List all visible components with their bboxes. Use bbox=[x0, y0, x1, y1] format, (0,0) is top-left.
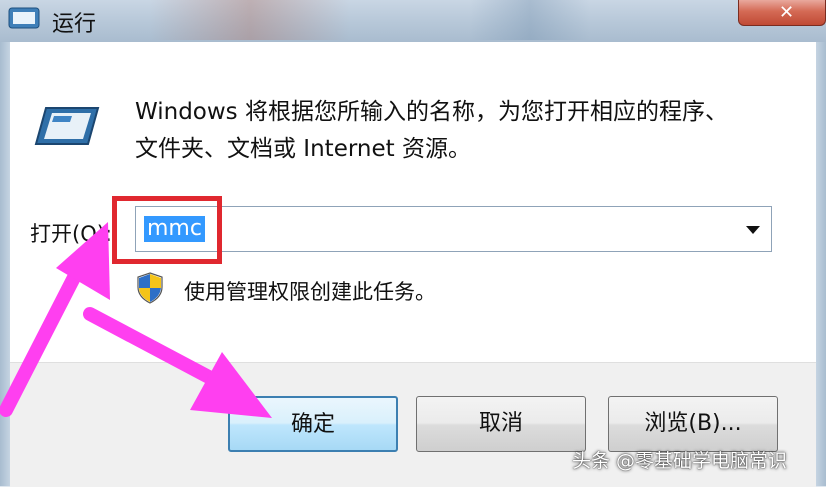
annotation-arrows bbox=[0, 222, 272, 418]
watermark: 头条 @零基础学电脑常识 bbox=[572, 450, 788, 472]
annotation-arrow-ok bbox=[83, 307, 272, 418]
